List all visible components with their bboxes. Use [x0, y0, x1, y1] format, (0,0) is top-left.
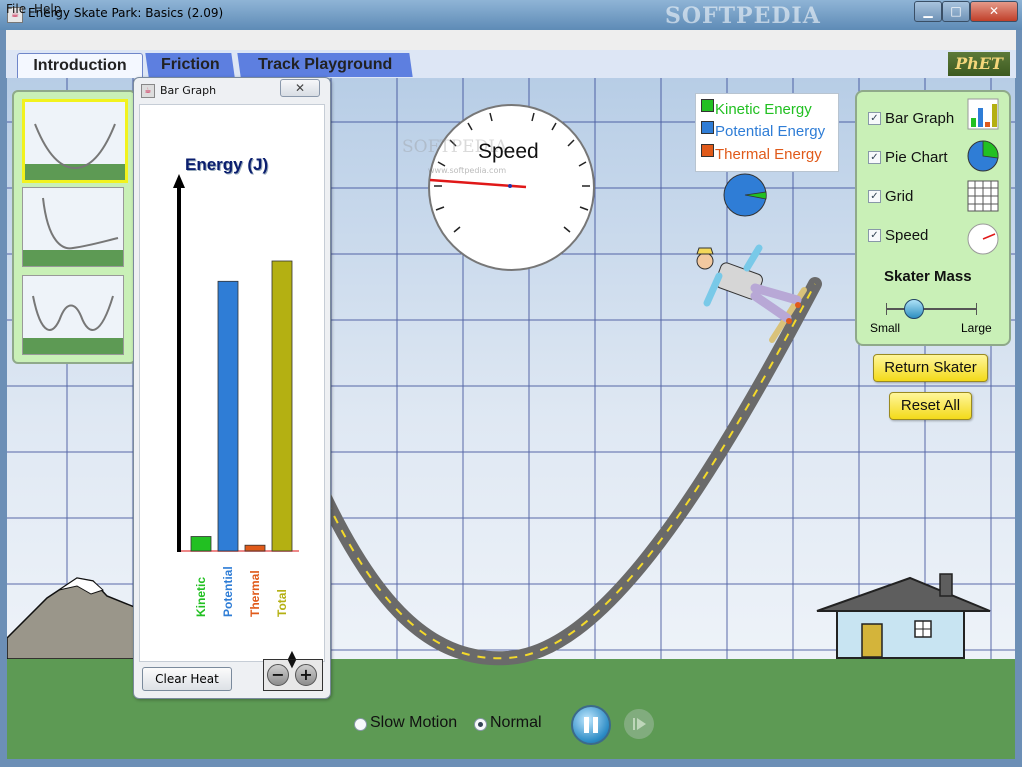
pause-icon: [584, 717, 598, 733]
track-preset-3-thumbnail: [23, 295, 123, 354]
pie-chart-label: Pie Chart: [885, 149, 948, 166]
skater-mass-title: Skater Mass: [884, 268, 972, 285]
tab-introduction[interactable]: Introduction: [17, 53, 143, 78]
track-preset-2-thumbnail: [23, 197, 123, 266]
bar-graph-close-button[interactable]: ✕: [280, 79, 320, 97]
clear-heat-button[interactable]: Clear Heat: [142, 667, 232, 691]
skater-mass-slider-track[interactable]: [886, 308, 976, 310]
grid-label: Grid: [885, 188, 914, 205]
phet-logo: PhET: [948, 52, 1010, 76]
maximize-button[interactable]: □: [942, 1, 970, 22]
bar-graph-icon: [967, 98, 999, 130]
pie-chart-icon: [967, 140, 999, 172]
speedometer-watermark-url: www.softpedia.com: [428, 166, 507, 175]
speedometer-label: Speed: [478, 140, 539, 163]
zoom-in-button[interactable]: +: [295, 664, 317, 686]
energy-bar-label-kinetic: Kinetic: [194, 576, 208, 617]
java-icon: ☕: [141, 84, 155, 98]
track-preset-2[interactable]: [22, 187, 124, 267]
slider-tick-left: [886, 303, 887, 315]
watermark: SOFTPEDIA: [665, 3, 821, 29]
legend-kinetic-energy: Kinetic Energy: [715, 101, 812, 118]
energy-pie-chart: [723, 173, 767, 217]
minimize-button[interactable]: ▁: [914, 1, 942, 22]
normal-label: Normal: [490, 714, 542, 731]
energy-bar-thermal: [244, 544, 266, 552]
bar-graph-window-title: Bar Graph: [160, 84, 217, 97]
tab-friction[interactable]: Friction: [145, 53, 235, 77]
energy-bar-total: [271, 260, 293, 552]
slow-motion-label: Slow Motion: [370, 714, 458, 731]
energy-bar-label-thermal: Thermal: [248, 570, 262, 617]
tab-friction-label: Friction: [160, 56, 220, 73]
speedometer-icon: [967, 223, 999, 255]
step-button[interactable]: [624, 709, 654, 739]
pie-chart-checkbox[interactable]: ✓: [868, 151, 881, 164]
tab-track-playground[interactable]: Track Playground: [237, 53, 413, 77]
speed-label: Speed: [885, 227, 929, 244]
skater-mass-small-label: Small: [870, 321, 901, 335]
energy-bar-kinetic: [190, 536, 212, 552]
zoom-arrows-icon: ▲ ▼: [287, 648, 297, 670]
track-preset-1-thumbnail: [25, 123, 125, 180]
menu-file[interactable]: File: [6, 2, 26, 16]
track-preset-3[interactable]: [22, 275, 124, 355]
normal-radio[interactable]: [474, 718, 487, 731]
energy-bar-label-total: Total: [275, 589, 289, 617]
menu-bar: [6, 30, 1016, 50]
legend-swatch-thermal: [701, 144, 714, 157]
legend-swatch-potential: [701, 121, 714, 134]
bar-graph-label: Bar Graph: [885, 110, 955, 127]
legend-swatch-kinetic: [701, 99, 714, 112]
legend-thermal-energy: Thermal Energy: [715, 146, 822, 163]
grid-icon: [967, 180, 999, 212]
step-icon: [633, 718, 646, 730]
skater-mass-large-label: Large: [961, 321, 992, 335]
zoom-out-button[interactable]: −: [267, 664, 289, 686]
grid-checkbox[interactable]: ✓: [868, 190, 881, 203]
pause-button[interactable]: [571, 705, 611, 745]
track-preset-1[interactable]: [22, 99, 128, 183]
menu-help[interactable]: Help: [34, 2, 61, 16]
close-button[interactable]: ✕: [970, 1, 1018, 22]
speed-checkbox[interactable]: ✓: [868, 229, 881, 242]
reset-all-button[interactable]: Reset All: [889, 392, 972, 420]
skater-mass-slider-thumb[interactable]: [904, 299, 924, 319]
bar-graph-checkbox[interactable]: ✓: [868, 112, 881, 125]
tab-track-playground-label: Track Playground: [257, 56, 393, 73]
speedometer-ticks: [430, 112, 590, 233]
slow-motion-radio[interactable]: [354, 718, 367, 731]
energy-bar-label-potential: Potential: [221, 566, 235, 617]
slider-tick-right: [976, 303, 977, 315]
energy-bar-potential: [217, 280, 239, 552]
legend-potential-energy: Potential Energy: [715, 123, 826, 140]
return-skater-button[interactable]: Return Skater: [873, 354, 988, 382]
